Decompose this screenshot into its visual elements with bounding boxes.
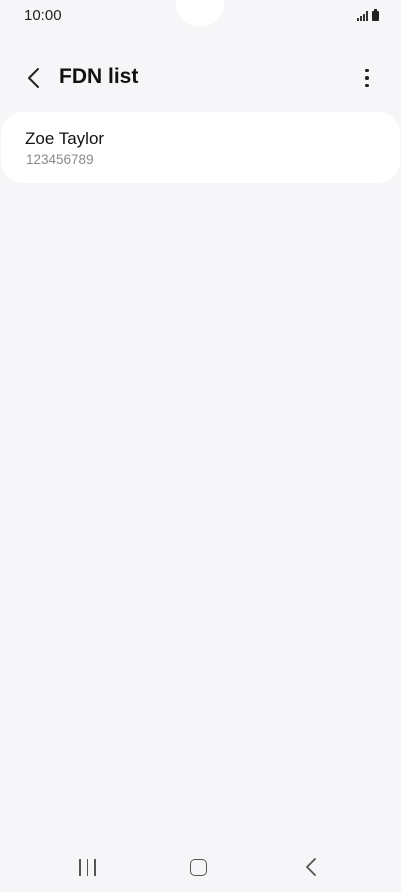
status-icons [357,9,379,21]
status-bar: 10:00 [0,0,401,30]
contact-name: Zoe Taylor [25,129,105,148]
home-button[interactable] [190,859,207,876]
status-time: 10:00 [24,7,62,24]
back-icon [306,858,316,876]
fdn-contact-item[interactable]: Zoe Taylor 123456789 [1,112,400,183]
page-title: FDN list [59,65,139,88]
back-chevron-icon [28,68,39,88]
battery-icon [372,9,379,21]
recents-button[interactable] [79,859,96,876]
recents-icon [79,859,81,876]
more-options-button[interactable] [353,62,381,94]
more-options-icon [365,68,369,73]
nav-back-button[interactable] [301,857,321,877]
signal-icon [357,11,369,21]
back-button[interactable] [18,62,50,94]
contact-number: 123456789 [26,152,94,167]
navigation-bar [0,844,401,892]
fdn-list-screen: 10:00 FDN list Zoe Taylor 123456789 [0,0,401,892]
app-bar: FDN list [0,56,401,100]
camera-notch [176,0,224,27]
